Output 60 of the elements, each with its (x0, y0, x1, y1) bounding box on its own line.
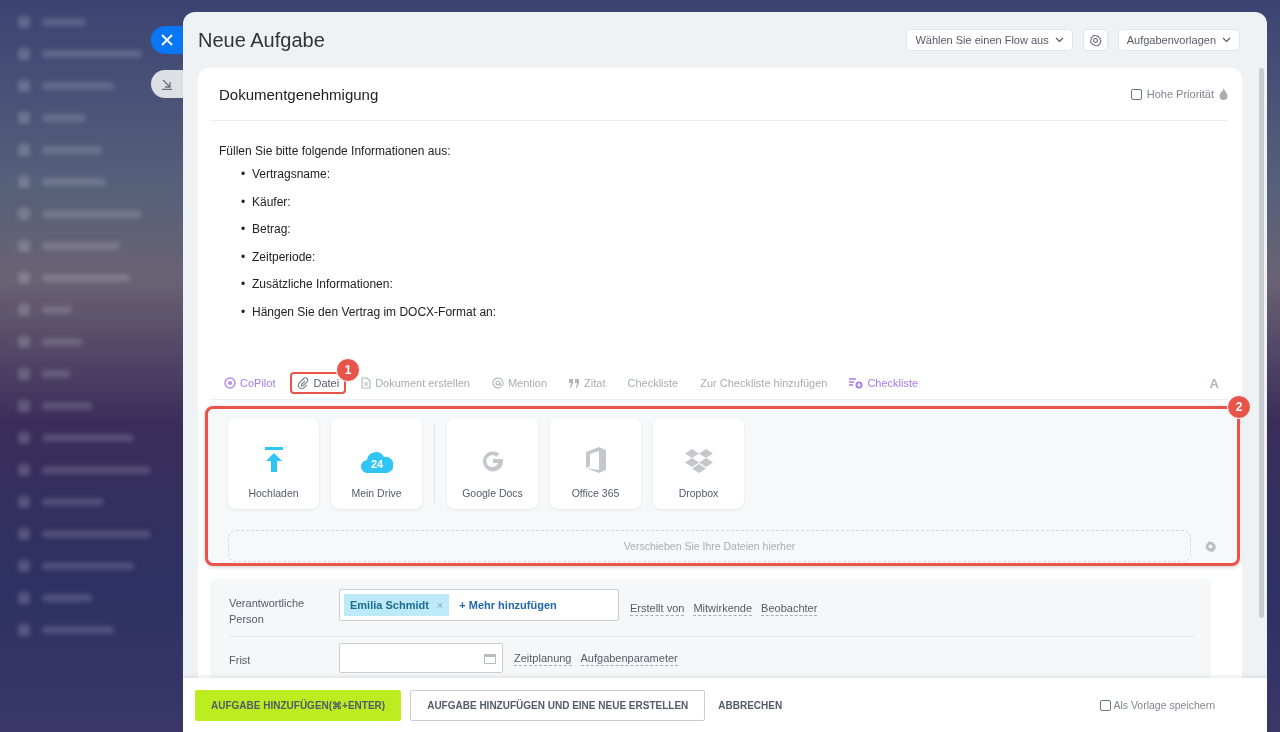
bullet-mark: • (241, 248, 247, 265)
bullet-mark: • (241, 276, 247, 292)
option-link[interactable]: Mitwirkende (693, 602, 753, 616)
templates-select[interactable]: Aufgabenvorlagen (1117, 29, 1240, 51)
option-link[interactable]: Erstellt von (630, 602, 685, 616)
source-tile[interactable]: 24 Mein Drive (331, 418, 422, 509)
option-link[interactable]: Zeitplanung (514, 652, 572, 666)
task-title: Dokumentgenehmigung (219, 85, 379, 103)
people-field[interactable]: Emilia Schmidt × + Mehr hinzufügen (339, 589, 619, 621)
bullet-mark: • (241, 193, 247, 210)
template-label: Als Vorlage speichern (1113, 699, 1215, 711)
scrollbar[interactable] (1259, 68, 1264, 618)
priority-checkbox[interactable] (1130, 88, 1142, 100)
quote-icon (569, 378, 581, 388)
template-checkbox[interactable] (1100, 699, 1112, 711)
upload-icon (262, 447, 285, 473)
list-item: Käufer: (252, 193, 291, 210)
add-and-new-button[interactable]: AUFGABE HINZUFÜGEN UND EINE NEUE ERSTELLEN (410, 689, 706, 721)
field-label: Verantwortliche Person (229, 596, 306, 627)
cancel-button[interactable]: ABBRECHEN (714, 689, 787, 721)
person-tag: Emilia Schmidt × (344, 594, 450, 616)
google-icon (480, 449, 505, 473)
callout-badge: 2 (1227, 395, 1251, 419)
cloud-icon: 24 (360, 451, 393, 473)
source-tile[interactable]: Dropbox (653, 418, 744, 509)
date-field[interactable] (339, 643, 503, 673)
calendar-icon (484, 652, 496, 664)
document-icon (361, 377, 372, 389)
priority-label: Hohe Priorität (1146, 88, 1214, 100)
office-icon (584, 447, 607, 473)
settings-button[interactable] (1082, 29, 1108, 51)
collapse-icon (161, 78, 173, 90)
bullet-mark: • (241, 166, 247, 182)
field-label: Frist (229, 653, 252, 668)
list-item: Hängen Sie den Vertrag im DOCX-Format an: (252, 303, 497, 320)
add-task-button[interactable]: AUFGABE HINZUFÜGEN(⌘+ENTER) (195, 689, 402, 721)
add-link[interactable]: + Mehr hinzufügen (459, 599, 557, 611)
source-tile[interactable]: Office 365 (550, 418, 641, 509)
description-text: Füllen Sie bitte folgende Informationen aus: (219, 143, 452, 159)
copilot-icon (224, 377, 236, 389)
list-item: Zeitperiode: (252, 248, 316, 265)
source-tile[interactable]: Google Docs (447, 418, 538, 509)
settings-icon (1088, 33, 1102, 47)
bullet-mark: • (241, 221, 247, 237)
flow-select[interactable]: Wählen Sie einen Flow aus (906, 29, 1073, 51)
chevron-down-icon (1054, 37, 1064, 43)
source-tile[interactable]: Hochladen (228, 418, 319, 509)
page-title: Neue Aufgabe (198, 28, 325, 52)
dropbox-icon (684, 449, 713, 473)
paperclip-icon (297, 377, 310, 389)
bullet-mark: • (241, 303, 247, 320)
at-sign-icon (491, 377, 504, 389)
close-icon (161, 34, 173, 46)
option-link[interactable]: Aufgabenparameter (580, 652, 678, 666)
option-link[interactable]: Beobachter (761, 602, 818, 616)
chevron-down-icon (1222, 37, 1231, 43)
checklist-icon (849, 377, 864, 389)
list-item: Betrag: (252, 221, 291, 237)
list-item: Zusätzliche Informationen: (252, 276, 393, 292)
list-item: Vertragsname: (252, 166, 331, 182)
